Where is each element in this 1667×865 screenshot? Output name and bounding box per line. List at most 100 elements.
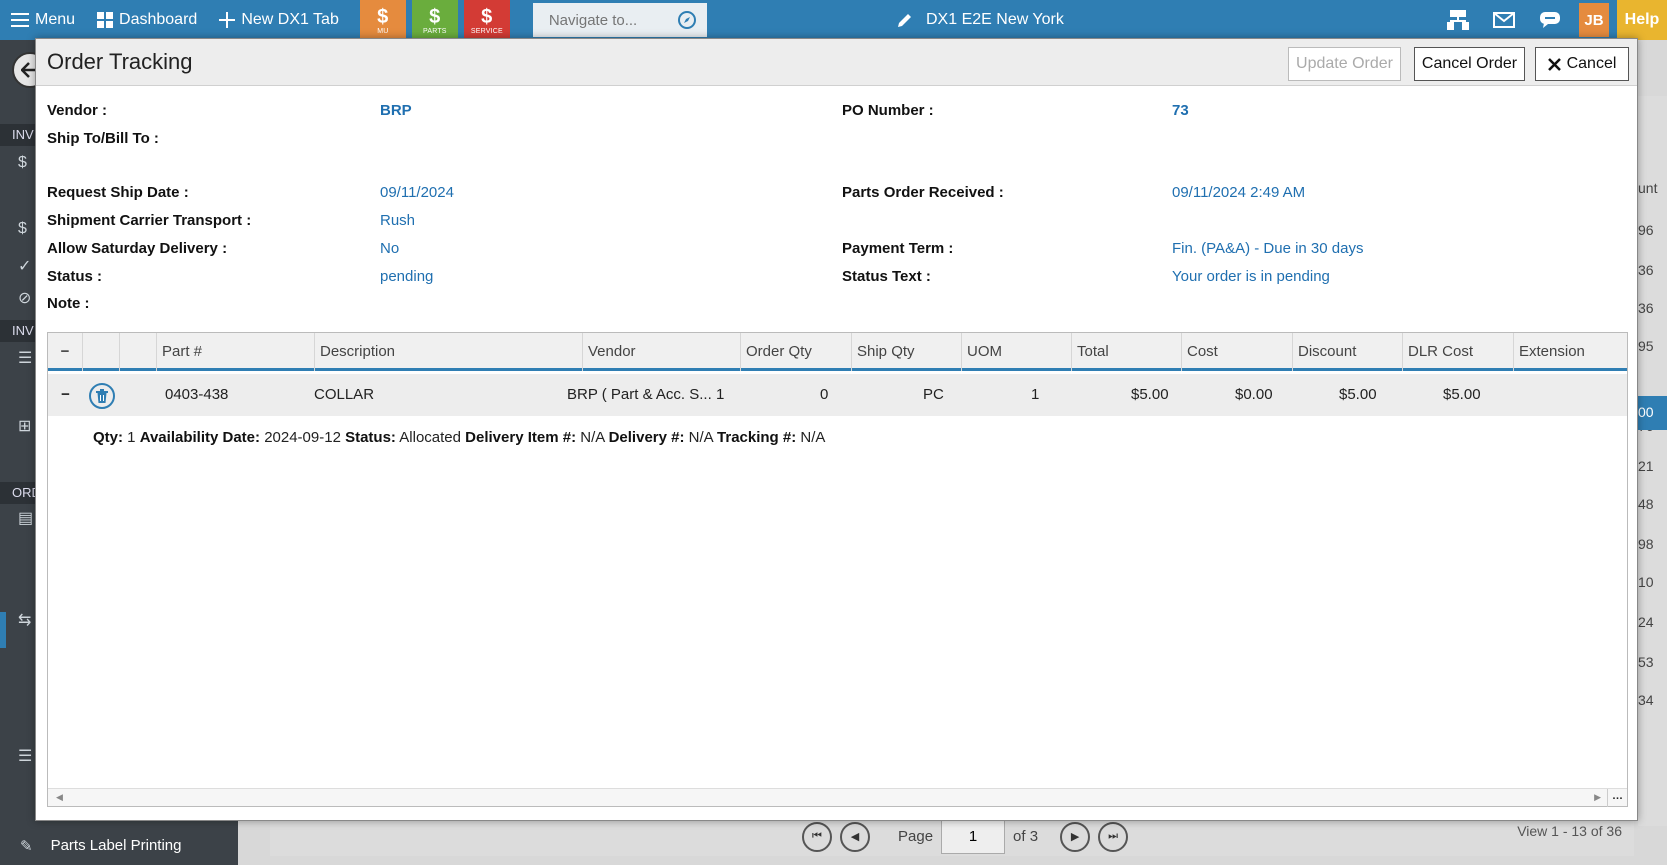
column-header-discount[interactable]: Discount [1293,333,1403,371]
service-tile-button[interactable]: $ SERVICE [463,0,510,40]
mail-icon[interactable] [1481,0,1527,40]
cell: 48 [1638,496,1654,512]
column-header-description[interactable]: Description [315,333,583,371]
parts-order-received-label: Parts Order Received : [842,184,1004,201]
request-ship-date-label: Request Ship Date : [47,184,189,201]
document-icon[interactable]: ▤ [18,508,33,528]
allow-saturday-value: No [380,240,400,257]
list-icon[interactable]: ☰ [18,746,32,766]
new-tab-button[interactable]: New DX1 Tab [208,0,350,40]
column-header-vendor[interactable]: Vendor [583,333,741,371]
dialog-header: Order Tracking Update Order Cancel Order… [36,39,1637,86]
ship-to-bill-to-label: Ship To/Bill To : [47,130,159,147]
tile-label: SERVICE [470,27,503,35]
detail-availability-label: Availability Date: [139,429,261,446]
dashboard-button[interactable]: Dashboard [86,0,208,40]
dollar-icon[interactable]: $ [18,154,27,172]
cart-icon[interactable]: ⊞ [18,416,31,436]
detail-delivery-value: N/A [688,429,713,446]
view-count-text: View 1 - 13 of 36 [1517,823,1622,839]
org-chart-icon[interactable] [1435,0,1481,40]
detail-delivery-item-value: N/A [580,429,605,446]
dollar-icon: $ [481,5,493,28]
label-printer-icon: ✎ [20,837,33,855]
tile-label: MU [377,27,389,35]
column-header-part[interactable]: Part # [157,333,315,371]
background-selected-row[interactable]: 00 [1636,396,1667,430]
check-icon[interactable]: ✓ [18,256,31,276]
tile-label: PARTS [422,27,447,35]
dashboard-label: Dashboard [119,11,198,28]
cell: 10 [1638,574,1654,590]
column-header-uom[interactable]: UOM [962,333,1072,371]
cancel-order-button[interactable]: Cancel Order [1414,47,1525,81]
row-detail-line: Qty: 1 Availability Date: 2024-09-12 Sta… [93,429,825,446]
current-tab-title[interactable]: DX1 E2E New York [896,0,1064,40]
scroll-left-icon[interactable]: ◀ [56,792,63,803]
detail-delivery-item-label: Delivery Item #: [465,429,577,446]
next-page-button[interactable]: ▶ [1060,821,1091,852]
navigate-input[interactable] [548,11,669,29]
table-row[interactable]: − 0403-438 COLLAR BRP ( Part & Acc. S...… [48,374,1627,416]
last-page-button[interactable]: ⏭ [1098,821,1129,852]
dollar-icon[interactable]: $ [18,220,27,238]
more-options-icon[interactable]: … [1607,789,1627,807]
transfer-icon[interactable]: ⇆ [18,610,31,630]
cancel-button[interactable]: Cancel [1535,47,1629,81]
sidebar-selected-indicator [0,612,6,648]
collapse-all-icon[interactable]: − [48,333,83,371]
detail-delivery-label: Delivery #: [608,429,685,446]
collapse-row-icon[interactable]: − [48,374,83,416]
column-header-total[interactable]: Total [1072,333,1182,371]
list-icon[interactable]: ☰ [18,348,32,368]
chat-icon[interactable] [1527,0,1573,40]
order-tracking-dialog: Order Tracking Update Order Cancel Order… [35,38,1638,821]
navigate-search-box [532,3,707,37]
delete-button[interactable] [89,383,115,409]
sidebar-item-parts-label-printing[interactable]: ✎ Parts Label Printing [0,826,238,865]
cell: 34 [1638,692,1654,708]
scroll-right-icon[interactable]: ▶ [1594,792,1601,803]
grid-header-cell [120,333,157,371]
user-avatar[interactable]: JB [1579,3,1609,37]
po-number-label: PO Number : [842,102,934,119]
cell-vendor: BRP ( Part & Acc. S... [567,386,712,403]
first-page-button[interactable]: ⏮ [802,821,832,852]
help-button[interactable]: Help [1617,0,1667,40]
parts-tile-button[interactable]: $ PARTS [411,0,458,40]
trash-icon [96,389,108,403]
background-table-count-column: unt 96 36 36 95 76 21 48 98 10 24 53 34 [1638,96,1667,826]
cell: 96 [1638,222,1654,238]
dollar-icon: $ [429,5,441,28]
vendor-value: BRP [380,102,412,119]
mu-tile-button[interactable]: $ MU [359,0,406,40]
column-header-order-qty[interactable]: Order Qty [741,333,852,371]
prev-page-button[interactable]: ◀ [840,821,870,852]
detail-tracking-value: N/A [800,429,826,446]
cell-discount: $0.00 [1235,386,1273,403]
cell-order-qty: 1 [716,386,725,403]
po-number-value: 73 [1172,102,1189,119]
detail-qty-label: Qty: [93,429,123,446]
shipment-carrier-value: Rush [380,212,416,229]
status-text-value: Your order is in pending [1172,268,1330,285]
hamburger-icon [11,13,29,27]
column-header-ship-qty[interactable]: Ship Qty [852,333,962,371]
cell: 24 [1638,614,1654,630]
pager: ⏮ ◀ Page of 3 ▶ ⏭ View 1 - 13 of 36 [270,816,1634,856]
vendor-label: Vendor : [47,102,108,119]
grid-header-cell [83,333,120,371]
horizontal-scrollbar[interactable]: ◀ ▶ … [48,788,1627,807]
column-header-dlr-cost[interactable]: DLR Cost [1403,333,1514,371]
column-header: unt [1638,180,1658,196]
page-label: Page [898,828,934,845]
ban-icon[interactable]: ⊘ [18,288,31,308]
column-header-cost[interactable]: Cost [1182,333,1293,371]
menu-button[interactable]: Menu [0,0,86,40]
compass-icon[interactable] [677,10,697,30]
page-number-input[interactable] [941,819,1006,854]
column-header-extension[interactable]: Extension [1514,333,1627,371]
close-icon [1547,57,1561,71]
cell-dlr-cost: $5.00 [1339,386,1377,403]
update-order-button[interactable]: Update Order [1288,47,1401,81]
